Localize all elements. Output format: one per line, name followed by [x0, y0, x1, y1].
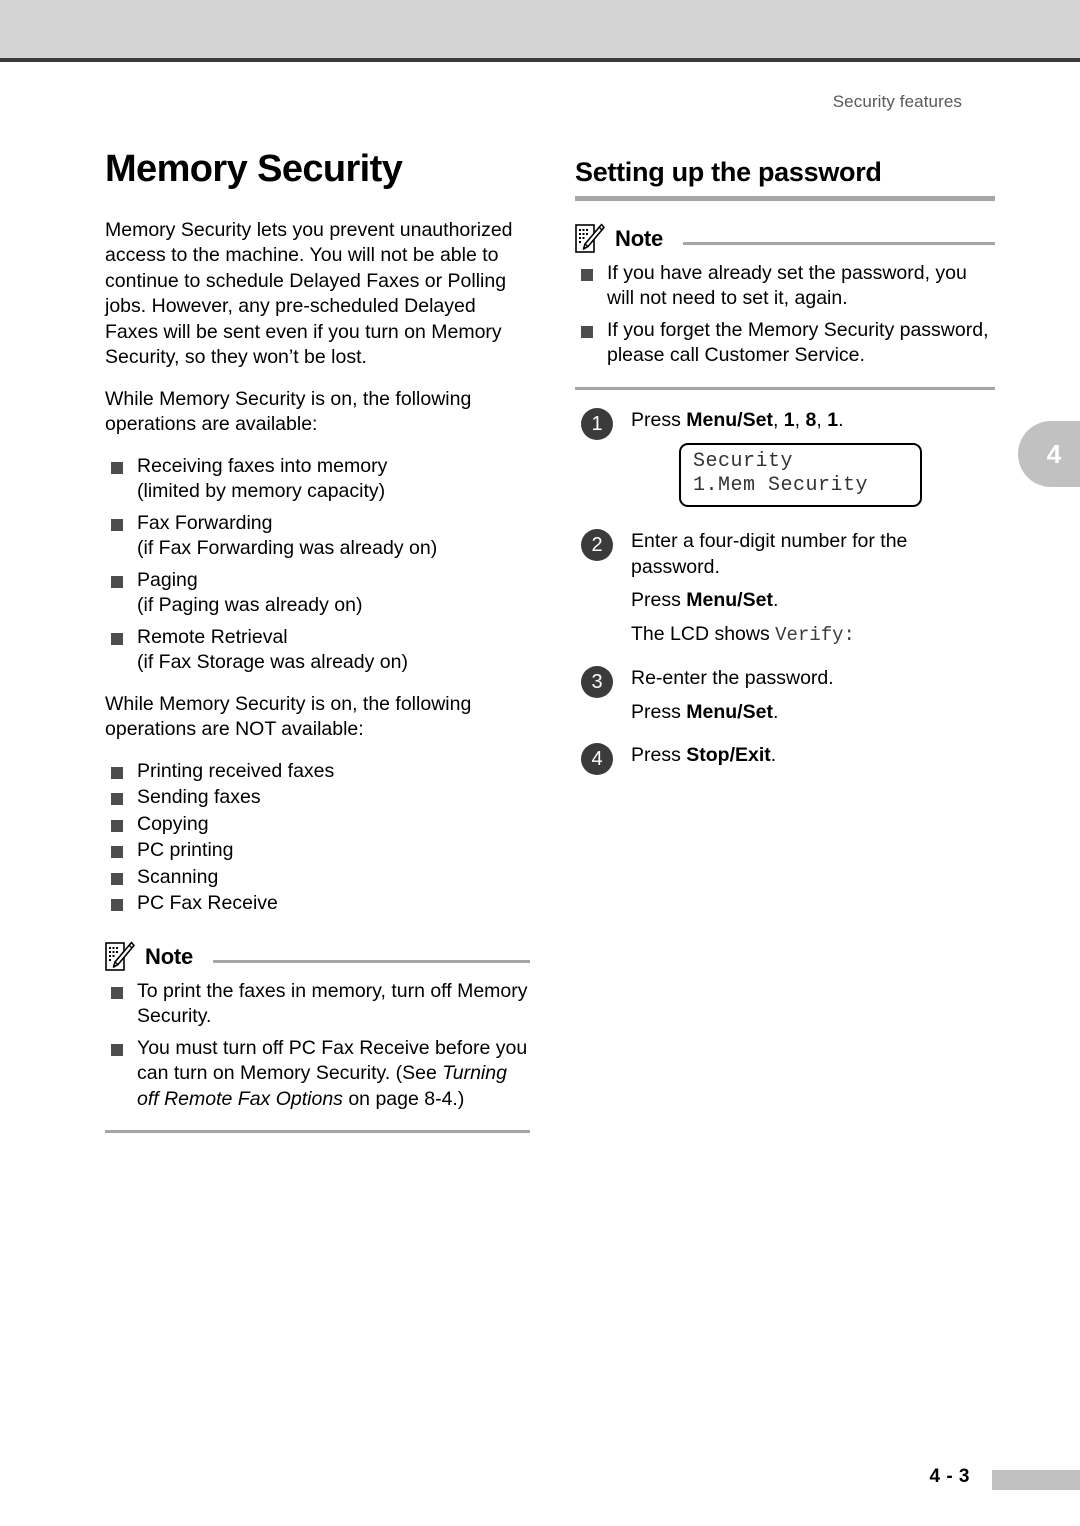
page-number: 4 - 3 — [929, 1466, 970, 1487]
note-end-rule — [575, 386, 995, 390]
note-list: To print the faxes in memory, turn off M… — [105, 979, 530, 1113]
lcd-display: Security 1.Mem Security — [679, 443, 922, 508]
key-label: 8 — [805, 408, 817, 431]
list-item-main: Remote Retrieval — [137, 625, 288, 648]
step-text: . — [838, 408, 844, 431]
step-text: , — [816, 408, 828, 431]
note-pencil-icon — [105, 941, 135, 971]
procedure-steps: 1 Press Menu/Set, 1, 8, 1. Security 1.Me… — [575, 407, 995, 776]
step-instruction: Enter a four-digit number for the passwo… — [631, 530, 908, 578]
key-label: Menu/Set — [686, 408, 773, 431]
step-instruction: Re-enter the password. — [631, 667, 834, 690]
list-item: Fax Forwarding (if Fax Forwarding was al… — [105, 511, 530, 562]
list-item: Receiving faxes into memory (limited by … — [105, 454, 530, 505]
step-text: Press — [631, 589, 687, 612]
step-1: 1 Press Menu/Set, 1, 8, 1. Security 1.Me… — [575, 407, 995, 508]
step-text: Press — [631, 408, 687, 431]
note-header: Note — [575, 223, 995, 255]
list-item: Scanning — [105, 865, 530, 891]
step-number-badge: 1 — [581, 407, 613, 440]
step-text: . — [770, 744, 777, 767]
note-body: If you have already set the password, yo… — [575, 261, 995, 369]
list-item: Copying — [105, 812, 530, 838]
note-block-left: Note To print the faxes in memory, turn … — [105, 941, 530, 1134]
intro-paragraph-2: While Memory Security is on, the followi… — [105, 387, 472, 436]
chapter-tab: 4 — [1018, 421, 1080, 487]
section-title: Setting up the password — [575, 157, 882, 187]
step-text: . — [772, 589, 779, 612]
step-text: Press — [631, 744, 687, 767]
section-title-rule — [575, 195, 995, 201]
list-item: PC printing — [105, 838, 530, 864]
not-available-operations-list: Printing received faxes Sending faxes Co… — [105, 759, 530, 917]
lcd-line-1: Security — [693, 450, 794, 474]
step-instruction: Press Menu/Set, 1, 8, 1. — [631, 408, 995, 434]
step-press-line: Press Menu/Set. — [631, 700, 995, 726]
note-label: Note — [145, 943, 194, 969]
note-list: If you have already set the password, yo… — [575, 261, 995, 369]
step-number-badge: 4 — [581, 743, 613, 776]
list-item-main: Fax Forwarding — [137, 511, 273, 534]
footer-bar — [992, 1470, 1080, 1490]
list-item: PC Fax Receive — [105, 891, 530, 917]
note-body: To print the faxes in memory, turn off M… — [105, 979, 530, 1113]
step-number-badge: 3 — [581, 666, 613, 699]
step-text: , — [794, 408, 806, 431]
note-end-rule — [105, 1130, 530, 1134]
step-3: 3 Re-enter the password. Press Menu/Set. — [575, 666, 995, 725]
right-column: Setting up the password Note If you have… — [575, 150, 995, 776]
not-available-lead: While Memory Security is on, the followi… — [105, 692, 472, 741]
step-press-line: Press Stop/Exit. — [631, 743, 995, 769]
top-banner — [0, 0, 1080, 58]
key-label: Menu/Set — [686, 700, 773, 723]
step-lcd-note: The LCD shows Verify: — [631, 622, 995, 649]
lcd-inline-text: Verify: — [775, 623, 855, 646]
list-item: Printing received faxes — [105, 759, 530, 785]
note-block-right: Note If you have already set the passwor… — [575, 223, 995, 390]
list-item-sub: (if Fax Storage was already on) — [137, 651, 408, 674]
key-label: 1 — [827, 408, 839, 431]
step-text: Press — [631, 700, 687, 723]
key-label: Stop/Exit — [686, 744, 771, 767]
list-item: You must turn off PC Fax Receive before … — [105, 1036, 530, 1113]
list-item-sub: (if Fax Forwarding was already on) — [137, 537, 438, 560]
step-text: , — [772, 408, 784, 431]
note-header: Note — [105, 941, 530, 973]
note-label: Note — [615, 225, 664, 251]
top-banner-rule — [0, 58, 1080, 62]
note-pencil-icon — [575, 223, 605, 253]
list-item: Remote Retrieval (if Fax Storage was alr… — [105, 625, 530, 676]
list-item-sub: (if Paging was already on) — [137, 594, 363, 617]
step-2: 2 Enter a four-digit number for the pass… — [575, 529, 995, 648]
intro-paragraph-1: Memory Security lets you prevent unautho… — [105, 218, 513, 369]
note-text-after: on page 8-4.) — [342, 1087, 465, 1110]
step-number-badge: 2 — [581, 529, 613, 562]
key-label: 1 — [783, 408, 795, 431]
list-item: To print the faxes in memory, turn off M… — [105, 979, 530, 1030]
page-title: Memory Security — [105, 148, 403, 190]
list-item-main: Paging — [137, 568, 198, 591]
list-item: Sending faxes — [105, 785, 530, 811]
note-header-rule — [683, 242, 995, 246]
list-item-main: Receiving faxes into memory — [137, 454, 388, 477]
step-press-line: Press Menu/Set. — [631, 588, 995, 614]
step-text: . — [772, 700, 779, 723]
available-operations-list: Receiving faxes into memory (limited by … — [105, 454, 530, 676]
step-text: The LCD shows — [631, 622, 776, 645]
list-item: If you have already set the password, yo… — [575, 261, 995, 312]
step-4: 4 Press Stop/Exit. — [575, 743, 995, 776]
list-item: Paging (if Paging was already on) — [105, 568, 530, 619]
key-label: Menu/Set — [686, 589, 773, 612]
note-header-rule — [213, 960, 530, 964]
list-item-sub: (limited by memory capacity) — [137, 480, 386, 503]
left-column: Memory Security Memory Security lets you… — [105, 148, 530, 1134]
lcd-line-2: 1.Mem Security — [693, 474, 869, 498]
list-item: If you forget the Memory Security passwo… — [575, 318, 995, 369]
running-header: Security features — [832, 92, 962, 111]
